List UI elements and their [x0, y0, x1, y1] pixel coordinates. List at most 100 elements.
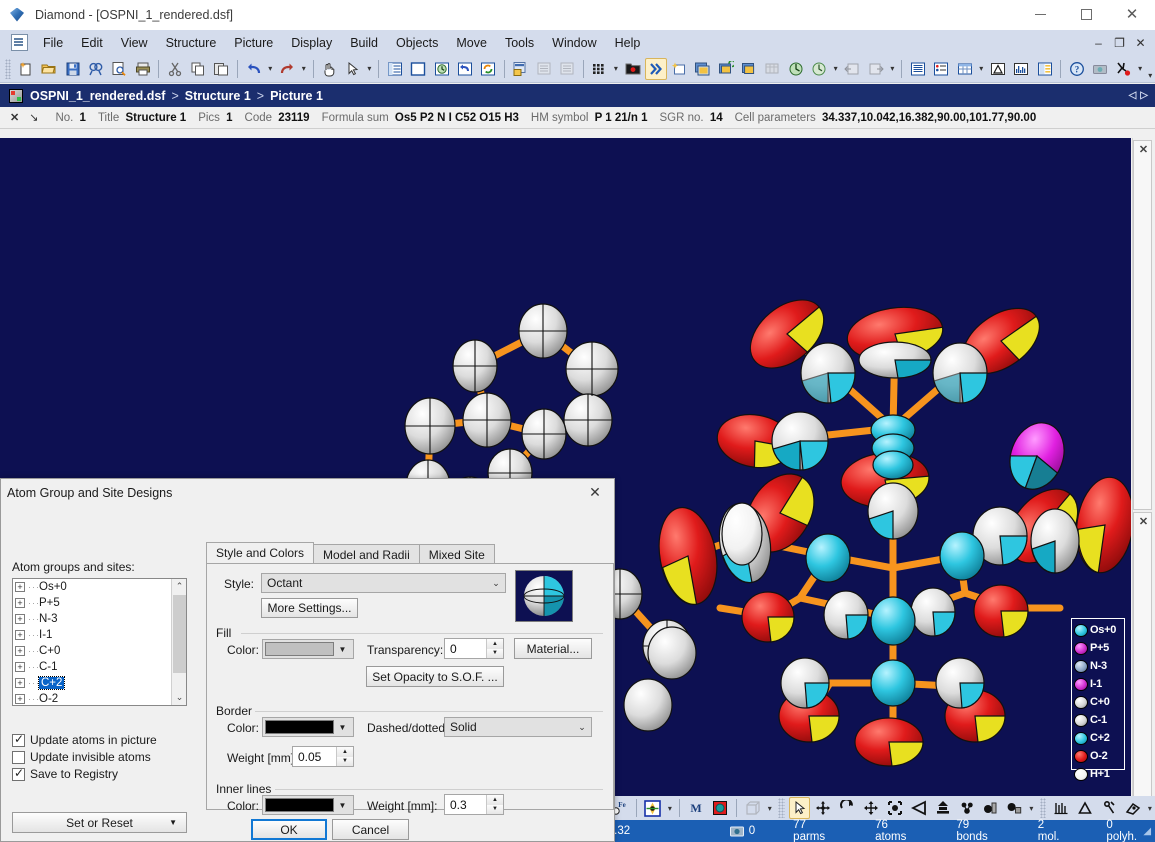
menu-picture[interactable]: Picture — [225, 33, 282, 53]
chevron-down-icon[interactable]: ⌄ — [487, 574, 505, 592]
design-dropdown-icon[interactable]: ▾ — [1026, 797, 1036, 819]
expand-icon[interactable]: + — [15, 694, 25, 704]
triangle-tool-icon[interactable] — [1074, 797, 1096, 819]
pick-tool-icon[interactable] — [1098, 797, 1120, 819]
expand-icon[interactable]: + — [15, 614, 25, 624]
save-icon[interactable] — [62, 58, 83, 80]
atom-design-icon[interactable] — [979, 797, 1001, 819]
update-invisible-checkbox-row[interactable]: Update invisible atoms — [12, 750, 157, 764]
transfer-dropdown-icon[interactable]: ▾ — [887, 58, 897, 80]
table-new-icon[interactable] — [510, 58, 531, 80]
breadcrumb-picture[interactable]: Picture 1 — [270, 89, 323, 103]
redo-icon[interactable] — [276, 58, 297, 80]
print-icon[interactable] — [132, 58, 153, 80]
inner-weight-value[interactable]: 0.3 — [445, 795, 486, 814]
move-mode-icon[interactable] — [812, 797, 834, 819]
scroll-thumb[interactable] — [173, 595, 186, 673]
close-button[interactable]: ✕ — [1109, 0, 1155, 30]
inner-color-dropdown-icon[interactable]: ▼ — [334, 801, 351, 810]
bounding-box-icon[interactable] — [884, 797, 906, 819]
open-icon[interactable] — [39, 58, 60, 80]
table-dropdown-icon[interactable]: ▾ — [976, 58, 986, 80]
table-grid-icon[interactable] — [954, 58, 975, 80]
menu-edit[interactable]: Edit — [72, 33, 112, 53]
menu-tools[interactable]: Tools — [496, 33, 543, 53]
spin-down-icon[interactable]: ▼ — [487, 649, 503, 659]
undo-icon[interactable] — [243, 58, 264, 80]
unit-cell-icon[interactable] — [742, 797, 764, 819]
picture-paste-icon[interactable] — [738, 58, 759, 80]
update-atoms-checkbox[interactable] — [12, 734, 25, 747]
material-button[interactable]: Material... — [514, 638, 592, 659]
mdi-restore-button[interactable]: ❐ — [1113, 36, 1126, 50]
menu-help[interactable]: Help — [606, 33, 650, 53]
anim-icon[interactable] — [1113, 58, 1134, 80]
find-icon[interactable] — [85, 58, 106, 80]
symmetry-dropdown-icon[interactable]: ▾ — [665, 797, 675, 819]
picture-refresh-icon[interactable] — [715, 58, 736, 80]
bottom-toolbar-grip-2[interactable] — [1040, 798, 1047, 818]
scroll-down-icon[interactable]: ⌄ — [172, 690, 187, 705]
expand-structure-icon[interactable] — [645, 58, 666, 80]
chevron-down-icon[interactable]: ⌄ — [573, 718, 591, 736]
menu-file[interactable]: File — [34, 33, 72, 53]
data-sheet-icon[interactable] — [384, 58, 405, 80]
breadcrumb-prev-icon[interactable]: ◁ — [1129, 90, 1137, 101]
breadcrumb-file[interactable]: OSPNI_1_rendered.dsf — [30, 89, 165, 103]
undo-dropdown-icon[interactable]: ▾ — [265, 58, 275, 80]
minimize-button[interactable] — [1017, 0, 1063, 30]
expand-icon[interactable]: + — [15, 598, 25, 608]
site-design-icon[interactable] — [1003, 797, 1025, 819]
polyhedra-icon[interactable] — [709, 797, 731, 819]
new-icon[interactable] — [15, 58, 36, 80]
right-panel-top-close-icon[interactable]: ✕ — [1134, 141, 1153, 158]
report-icon[interactable] — [1034, 58, 1055, 80]
list-item[interactable]: +··· C+0 — [13, 643, 186, 659]
import-icon[interactable] — [842, 58, 863, 80]
toolbar-grip[interactable] — [5, 59, 11, 79]
border-color-dropdown-icon[interactable]: ▼ — [334, 723, 351, 732]
more-settings-button[interactable]: More Settings... — [261, 598, 358, 618]
list-item-selected[interactable]: +··· C+2 — [13, 675, 186, 691]
translate-mode-icon[interactable] — [860, 797, 882, 819]
spin-up-icon[interactable]: ▲ — [487, 639, 503, 649]
fill-color-combo[interactable]: ▼ — [262, 639, 354, 659]
copy-icon[interactable] — [187, 58, 208, 80]
expand-icon[interactable]: + — [15, 582, 25, 592]
spin-up-icon[interactable]: ▲ — [487, 795, 503, 805]
paint-tool-icon[interactable] — [1122, 797, 1144, 819]
ok-button[interactable]: OK — [251, 819, 327, 840]
scroll-up-icon[interactable]: ⌃ — [172, 579, 187, 594]
inner-weight-spinner[interactable]: 0.3 ▲ ▼ — [444, 794, 504, 815]
inner-color-combo[interactable]: ▼ — [262, 795, 354, 815]
triangle-plot-icon[interactable] — [987, 58, 1008, 80]
table-list-icon[interactable] — [533, 58, 554, 80]
set-opacity-button[interactable]: Set Opacity to S.O.F. ... — [366, 666, 504, 687]
powder-dropdown-icon[interactable]: ▾ — [831, 58, 841, 80]
redo-dropdown-icon[interactable]: ▾ — [299, 58, 309, 80]
list-item[interactable]: +··· I-1 — [13, 627, 186, 643]
new-picture-icon[interactable] — [669, 58, 690, 80]
update-invisible-checkbox[interactable] — [12, 751, 25, 764]
legend-item[interactable]: I-1 — [1073, 675, 1123, 693]
histogram-icon[interactable] — [1050, 797, 1072, 819]
atoms-group-icon[interactable] — [956, 797, 978, 819]
menu-build[interactable]: Build — [341, 33, 387, 53]
expand-icon[interactable]: + — [15, 678, 25, 688]
legend-item[interactable]: C+2 — [1073, 729, 1123, 747]
bottom-toolbar-grip[interactable] — [778, 798, 785, 818]
help-icon[interactable]: ? — [1066, 58, 1087, 80]
pan-hand-icon[interactable] — [319, 58, 340, 80]
breadcrumb-structure[interactable]: Structure 1 — [185, 89, 251, 103]
zoom-fit-icon[interactable] — [932, 797, 954, 819]
set-or-reset-arrow-icon[interactable]: ▼ — [169, 818, 177, 827]
toolbar-overflow-icon[interactable]: ▾ — [1145, 58, 1155, 80]
cursor-dropdown-icon[interactable]: ▾ — [364, 58, 374, 80]
paste-icon[interactable] — [211, 58, 232, 80]
refresh-icon[interactable] — [478, 58, 499, 80]
legend-item[interactable]: C+0 — [1073, 693, 1123, 711]
menu-view[interactable]: View — [112, 33, 157, 53]
screenshot-icon[interactable] — [1089, 58, 1110, 80]
save-registry-checkbox[interactable] — [12, 768, 25, 781]
text-lines-icon[interactable] — [907, 58, 928, 80]
